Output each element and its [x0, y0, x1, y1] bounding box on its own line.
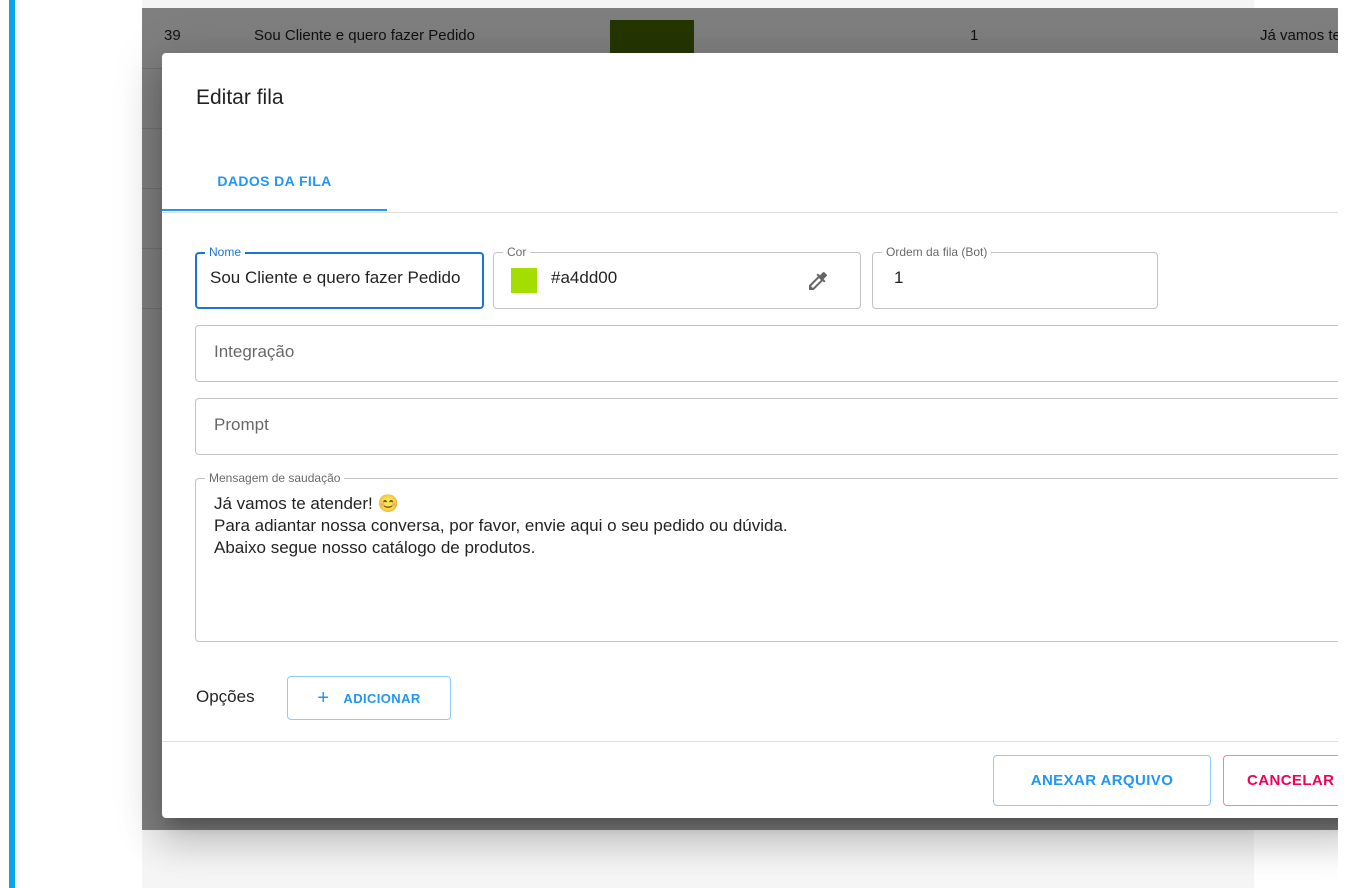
dialog-title: Editar fila: [196, 86, 284, 109]
greeting-line: Já vamos te atender! 😊: [214, 494, 399, 513]
color-swatch: [511, 268, 537, 293]
color-field[interactable]: Cor #a4dd00: [493, 244, 861, 309]
color-label: Cor: [503, 244, 531, 260]
cancel-button[interactable]: CANCELAR: [1223, 755, 1348, 806]
name-field[interactable]: Nome Sou Cliente e quero fazer Pedido: [195, 244, 484, 309]
integration-placeholder: Integração: [214, 342, 295, 361]
queue-order-label: Ordem da fila (Bot): [882, 244, 992, 260]
greeting-line: Para adiantar nossa conversa, por favor,…: [214, 516, 788, 535]
greeting-message-text: Já vamos te atender! 😊 Para adiantar nos…: [214, 493, 788, 559]
name-label: Nome: [205, 244, 246, 260]
prompt-placeholder: Prompt: [214, 415, 269, 434]
add-option-button[interactable]: + ADICIONAR: [287, 676, 451, 720]
viewport-edge: [1338, 0, 1348, 888]
queue-order-field[interactable]: Ordem da fila (Bot) 1: [872, 244, 1158, 309]
name-value: Sou Cliente e quero fazer Pedido: [210, 268, 461, 287]
edit-queue-dialog: Editar fila DADOS DA FILA Nome Sou Clien…: [162, 53, 1348, 818]
tab-indicator: [162, 209, 387, 211]
plus-icon: +: [317, 687, 330, 709]
greeting-message-label: Mensagem de saudação: [205, 470, 345, 486]
attach-file-button[interactable]: ANEXAR ARQUIVO: [993, 755, 1211, 806]
add-option-label: ADICIONAR: [343, 690, 421, 706]
tabs-bar: DADOS DA FILA: [162, 152, 1348, 213]
greeting-line: Abaixo segue nosso catálogo de produtos.: [214, 538, 536, 557]
prompt-field[interactable]: Prompt: [195, 398, 1348, 455]
integration-field[interactable]: Integração: [195, 325, 1348, 382]
options-label: Opções: [196, 687, 255, 706]
eyedropper-icon[interactable]: [806, 269, 830, 293]
color-value: #a4dd00: [551, 268, 618, 287]
left-accent-bar: [9, 0, 15, 888]
actions-divider: [162, 741, 1348, 742]
greeting-message-field[interactable]: Mensagem de saudação Já vamos te atender…: [195, 470, 1348, 642]
tab-queue-data[interactable]: DADOS DA FILA: [162, 152, 387, 210]
queue-order-value: 1: [894, 268, 904, 287]
